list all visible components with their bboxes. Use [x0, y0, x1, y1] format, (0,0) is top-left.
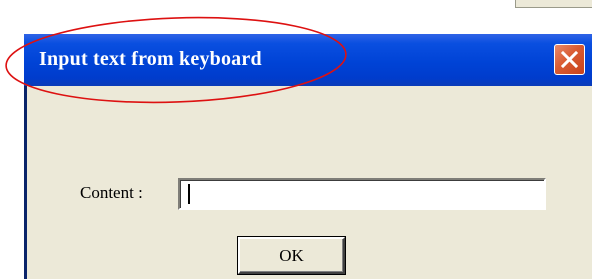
- dialog-title: Input text from keyboard: [39, 48, 262, 70]
- title-bar[interactable]: Input text from keyboard: [24, 34, 592, 86]
- ok-button[interactable]: OK: [238, 237, 345, 274]
- close-icon: [560, 50, 579, 69]
- close-button[interactable]: [554, 44, 585, 75]
- content-label: Content :: [80, 183, 143, 202]
- ok-button-label: OK: [279, 245, 304, 265]
- background-window-fragment: [515, 0, 592, 8]
- dialog-body: Content : OK: [27, 86, 592, 279]
- input-dialog: Input text from keyboard Content : OK: [24, 34, 592, 279]
- content-input[interactable]: [178, 178, 546, 210]
- text-caret: [188, 184, 190, 204]
